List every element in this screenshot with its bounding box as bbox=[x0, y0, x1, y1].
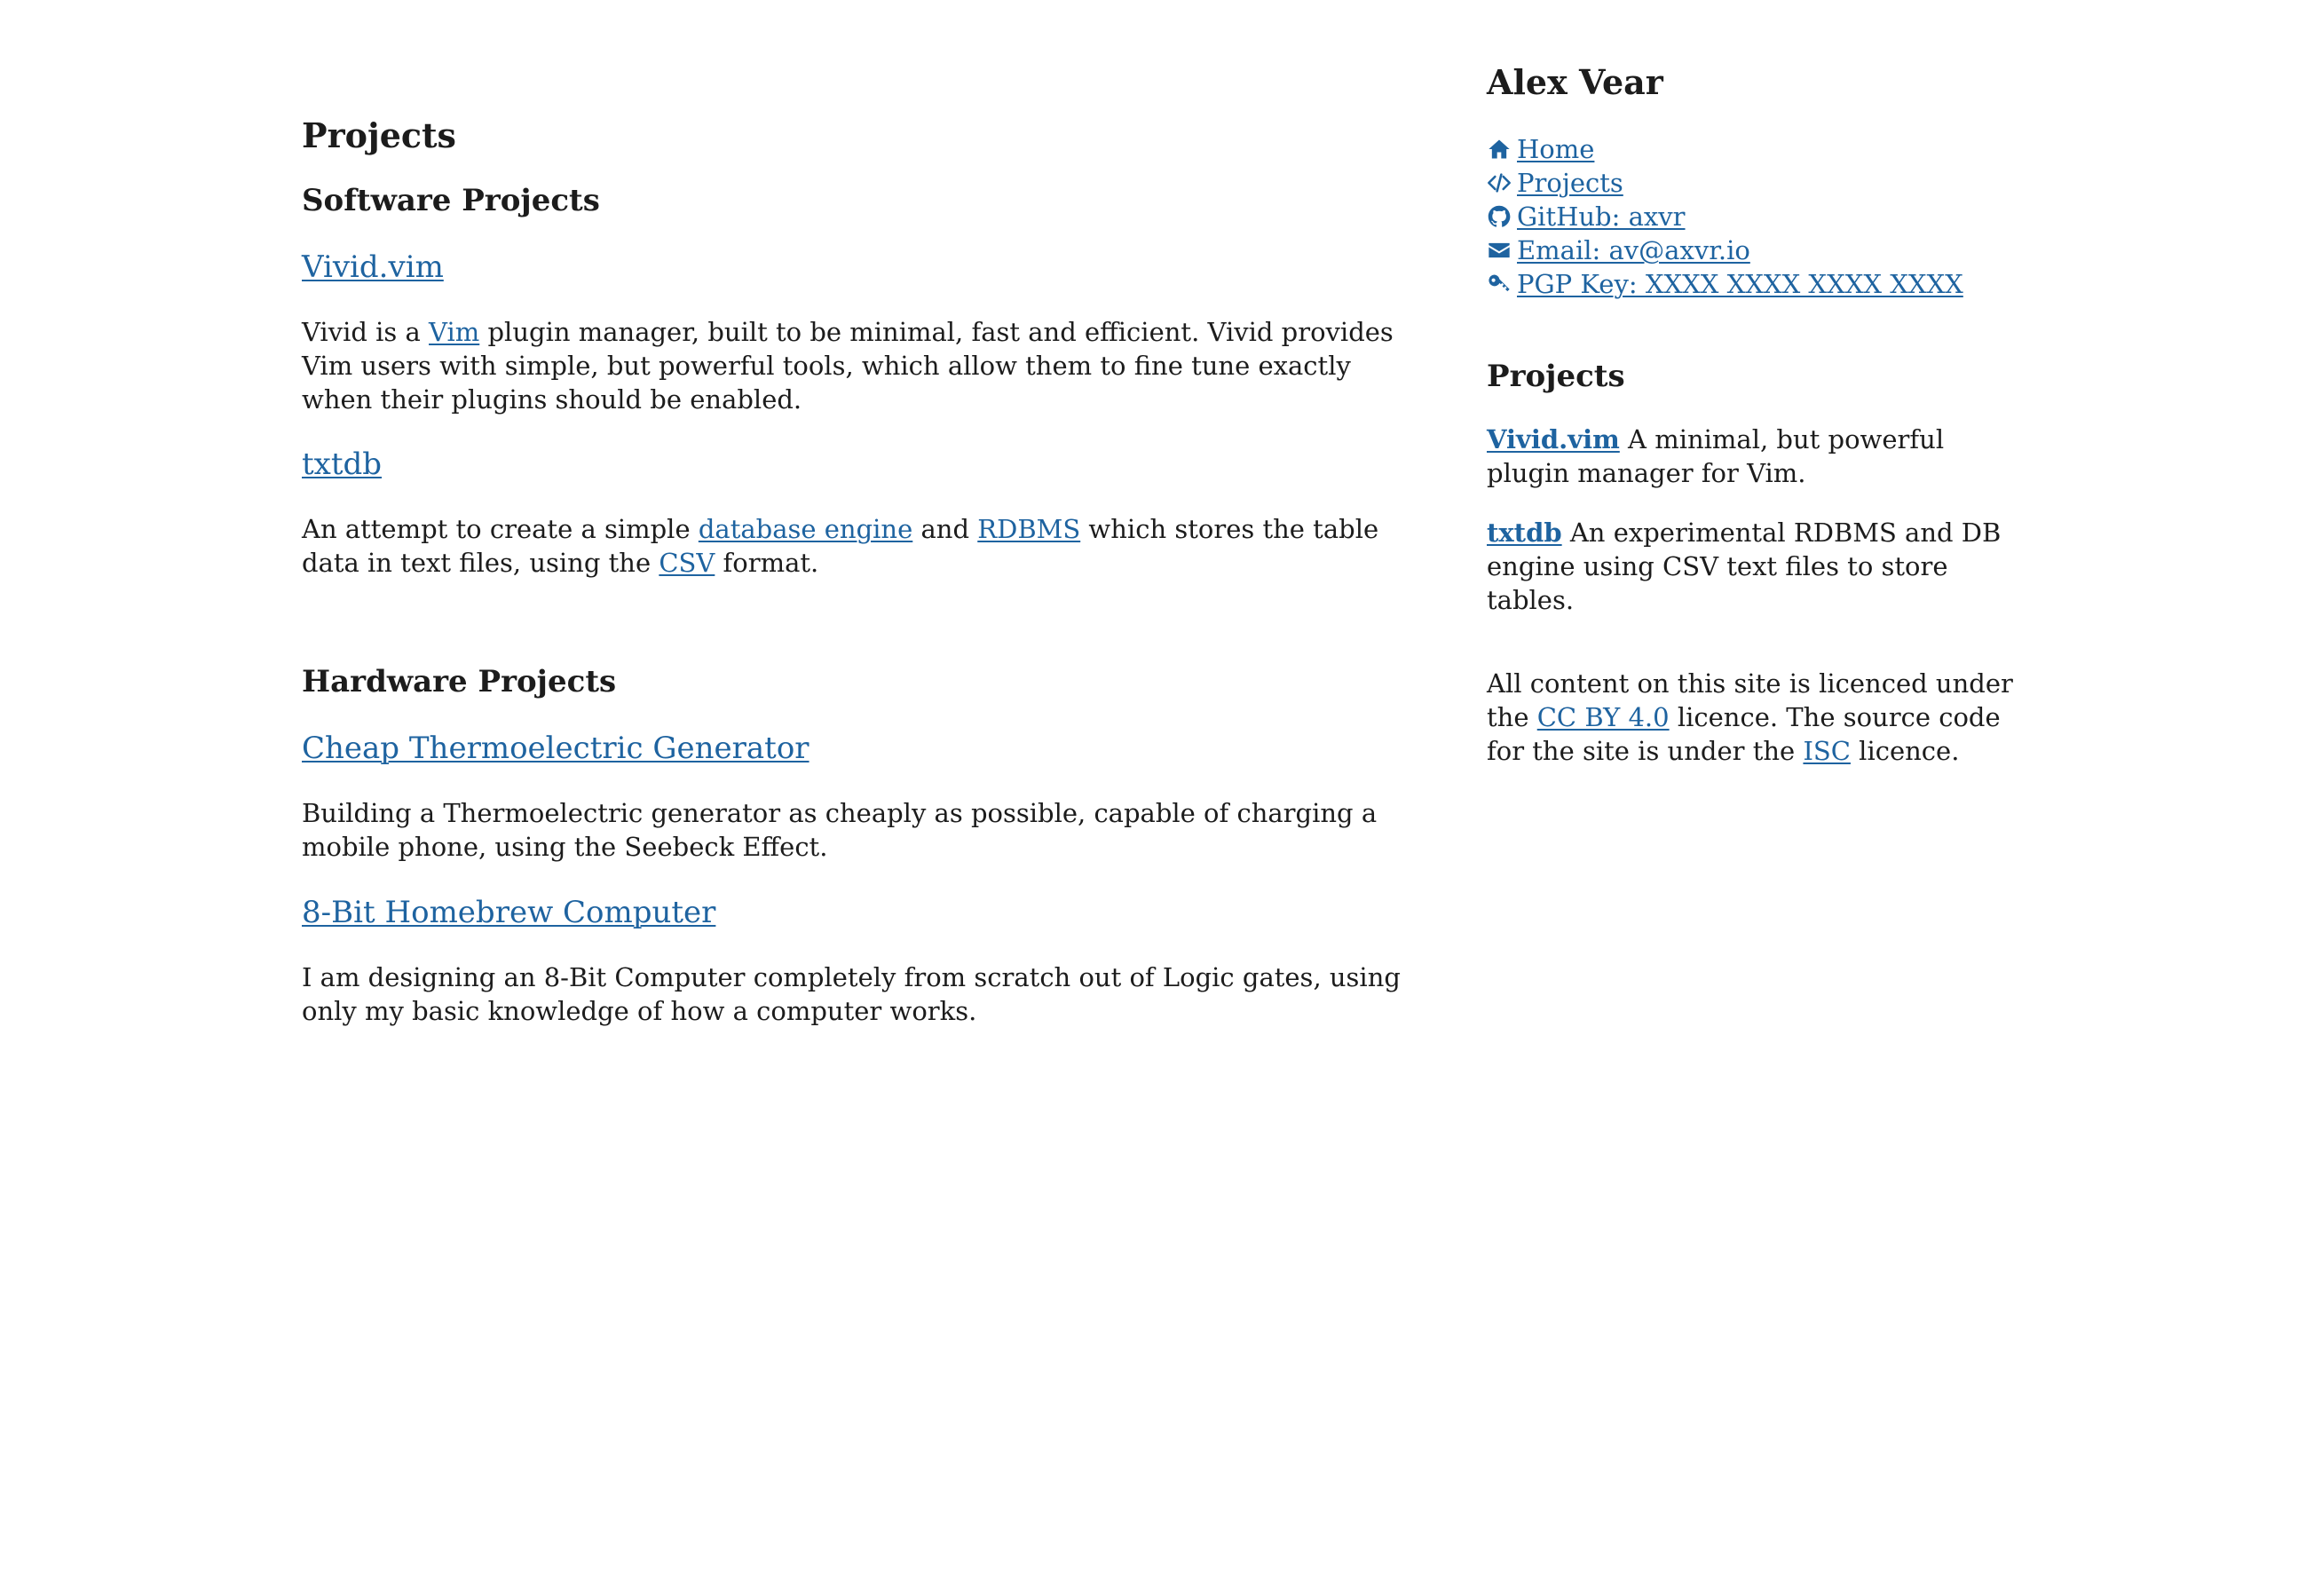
code-icon bbox=[1488, 173, 1511, 193]
homebrew-computer-link[interactable]: 8-Bit Homebrew Computer bbox=[302, 895, 715, 930]
project-title-txtdb: txtdb bbox=[302, 446, 382, 483]
sidebar-item-projects: Projects bbox=[1487, 166, 2019, 200]
sidebar-item-email: Email: av@axvr.io bbox=[1487, 233, 2019, 267]
home-link-label: Home bbox=[1517, 134, 1595, 164]
sidebar-item-pgp: PGP Key: XXXX XXXX XXXX XXXX bbox=[1487, 267, 2019, 301]
licence-notice: All content on this site is licenced und… bbox=[1487, 667, 2019, 768]
project-title-vivid: Vivid.vim bbox=[302, 249, 444, 286]
email-link-label: Email: av@axvr.io bbox=[1517, 235, 1750, 265]
project-title-computer: 8-Bit Homebrew Computer bbox=[302, 894, 715, 931]
sidebar-txtdb-desc: An experimental RDBMS and DB engine usin… bbox=[1487, 518, 2002, 615]
sidebar-txtdb-link[interactable]: txtdb bbox=[1487, 518, 1562, 548]
sidebar-item-home: Home bbox=[1487, 132, 2019, 166]
github-link-label: GitHub: axvr bbox=[1517, 201, 1686, 232]
home-link[interactable]: Home bbox=[1487, 132, 1594, 166]
project-desc-teg: Building a Thermoelectric generator as c… bbox=[302, 798, 1378, 862]
github-link[interactable]: GitHub: axvr bbox=[1487, 200, 1686, 233]
csv-link[interactable]: CSV bbox=[659, 548, 715, 578]
rdbms-link[interactable]: RDBMS bbox=[977, 514, 1080, 544]
pgp-key-link-label: PGP Key: XXXX XXXX XXXX XXXX bbox=[1517, 269, 1963, 299]
site-author-name: Alex Vear bbox=[1487, 62, 1663, 102]
envelope-icon bbox=[1489, 242, 1510, 258]
txtdb-desc-pre: An attempt to create a simple bbox=[302, 514, 699, 544]
software-projects-heading: Software Projects bbox=[302, 183, 600, 218]
project-desc-computer: I am designing an 8-Bit Computer complet… bbox=[302, 962, 1401, 1026]
pgp-key-link[interactable]: PGP Key: XXXX XXXX XXXX XXXX bbox=[1487, 267, 1963, 301]
vim-link[interactable]: Vim bbox=[429, 317, 479, 347]
project-desc-vivid: Vivid is a Vim plugin manager, built to … bbox=[302, 315, 1402, 416]
key-icon bbox=[1489, 274, 1510, 292]
email-link[interactable]: Email: av@axvr.io bbox=[1487, 233, 1750, 267]
txtdb-desc-post: format. bbox=[715, 548, 819, 578]
hardware-projects-heading: Hardware Projects bbox=[302, 664, 617, 699]
txtdb-link[interactable]: txtdb bbox=[302, 446, 382, 482]
vivid-link[interactable]: Vivid.vim bbox=[302, 249, 444, 285]
projects-link[interactable]: Projects bbox=[1487, 166, 1623, 200]
sidebar-project-vivid: Vivid.vim A minimal, but powerful plugin… bbox=[1487, 423, 2019, 490]
github-icon bbox=[1488, 205, 1511, 227]
sidebar-project-txtdb: txtdb An experimental RDBMS and DB engin… bbox=[1487, 516, 2019, 617]
thermoelectric-generator-link[interactable]: Cheap Thermoelectric Generator bbox=[302, 731, 809, 766]
database-engine-link[interactable]: database engine bbox=[699, 514, 912, 544]
sidebar-item-github: GitHub: axvr bbox=[1487, 200, 2019, 233]
page-title: Projects bbox=[302, 115, 456, 155]
licence-post: licence. bbox=[1850, 736, 1960, 766]
sidebar-nav: Home Projects GitHub: axvr Email: av@axv… bbox=[1487, 132, 2019, 301]
projects-link-label: Projects bbox=[1517, 168, 1623, 198]
cc-by-link[interactable]: CC BY 4.0 bbox=[1537, 702, 1670, 732]
sidebar-vivid-link[interactable]: Vivid.vim bbox=[1487, 424, 1620, 454]
vivid-desc-pre: Vivid is a bbox=[302, 317, 430, 347]
home-icon bbox=[1489, 139, 1510, 159]
txtdb-desc-mid: and bbox=[912, 514, 978, 544]
project-title-teg: Cheap Thermoelectric Generator bbox=[302, 730, 809, 767]
sidebar-projects-heading: Projects bbox=[1487, 359, 1625, 394]
isc-link[interactable]: ISC bbox=[1803, 736, 1851, 766]
project-desc-txtdb: An attempt to create a simple database e… bbox=[302, 512, 1402, 580]
